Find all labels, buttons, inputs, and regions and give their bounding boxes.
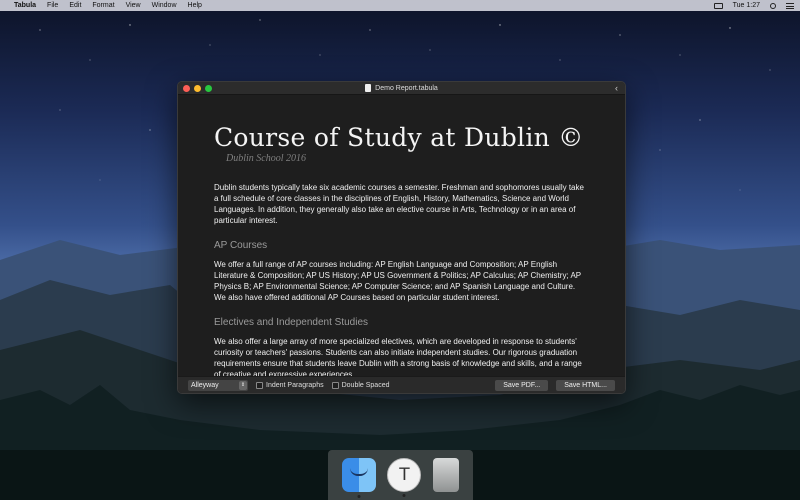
clock[interactable]: Tue 1:27 <box>733 2 760 9</box>
electives-heading: Electives and Independent Studies <box>214 317 368 328</box>
double-spaced-option[interactable]: Double Spaced <box>331 381 390 389</box>
menu-view[interactable]: View <box>126 2 141 9</box>
minimize-button[interactable] <box>194 85 201 92</box>
document-heading: Course of Study at Dublin © <box>214 123 584 152</box>
ap-courses-paragraph: We offer a full range of AP courses incl… <box>214 260 581 302</box>
document-subtitle: Dublin School 2016 <box>226 153 306 164</box>
indent-paragraphs-checkbox[interactable] <box>256 381 263 389</box>
theme-select[interactable]: Alleyway ⇕ <box>188 379 248 391</box>
save-pdf-button[interactable]: Save PDF... <box>495 379 549 391</box>
indent-paragraphs-label: Indent Paragraphs <box>266 381 324 389</box>
chevron-updown-icon: ⇕ <box>239 380 247 390</box>
window-title: Demo Report.tabula <box>375 84 438 92</box>
menu-file[interactable]: File <box>47 2 58 9</box>
dock: T <box>328 450 473 500</box>
notification-center-icon[interactable] <box>786 2 794 9</box>
menu-help[interactable]: Help <box>188 2 202 9</box>
zoom-button[interactable] <box>205 85 212 92</box>
save-html-button[interactable]: Save HTML... <box>556 379 615 391</box>
tabula-icon-letter: T <box>399 465 410 485</box>
keyboard-icon[interactable] <box>713 2 723 9</box>
close-button[interactable] <box>183 85 190 92</box>
chevron-left-icon[interactable]: ‹ <box>615 83 618 93</box>
menu-bar: Tabula File Edit Format View Window Help… <box>0 0 800 11</box>
menu-format[interactable]: Format <box>92 2 114 9</box>
spotlight-search-icon[interactable] <box>770 2 776 9</box>
trash-icon[interactable] <box>433 458 460 492</box>
electives-paragraph: We also offer a large array of more spec… <box>214 337 582 378</box>
menu-edit[interactable]: Edit <box>69 2 81 9</box>
title-bar[interactable]: Demo Report.tabula ‹ <box>178 82 625 95</box>
finder-icon[interactable] <box>341 458 376 498</box>
menu-window[interactable]: Window <box>152 2 177 9</box>
bottom-toolbar: Alleyway ⇕ Indent Paragraphs Double Spac… <box>178 376 625 393</box>
document-content[interactable]: Course of Study at Dublin © Dublin Schoo… <box>178 95 625 378</box>
indent-paragraphs-option[interactable]: Indent Paragraphs <box>256 381 324 389</box>
double-spaced-label: Double Spaced <box>341 381 390 389</box>
double-spaced-checkbox[interactable] <box>331 381 339 389</box>
document-window: Demo Report.tabula ‹ Course of Study at … <box>177 81 626 394</box>
menu-app-name[interactable]: Tabula <box>14 2 36 9</box>
running-indicator <box>357 495 361 498</box>
document-icon <box>365 84 372 92</box>
intro-paragraph: Dublin students typically take six acade… <box>214 183 584 225</box>
running-indicator <box>402 494 406 497</box>
tabula-app-icon[interactable]: T <box>387 458 422 497</box>
ap-courses-heading: AP Courses <box>214 240 268 251</box>
theme-select-value: Alleyway <box>191 381 219 389</box>
